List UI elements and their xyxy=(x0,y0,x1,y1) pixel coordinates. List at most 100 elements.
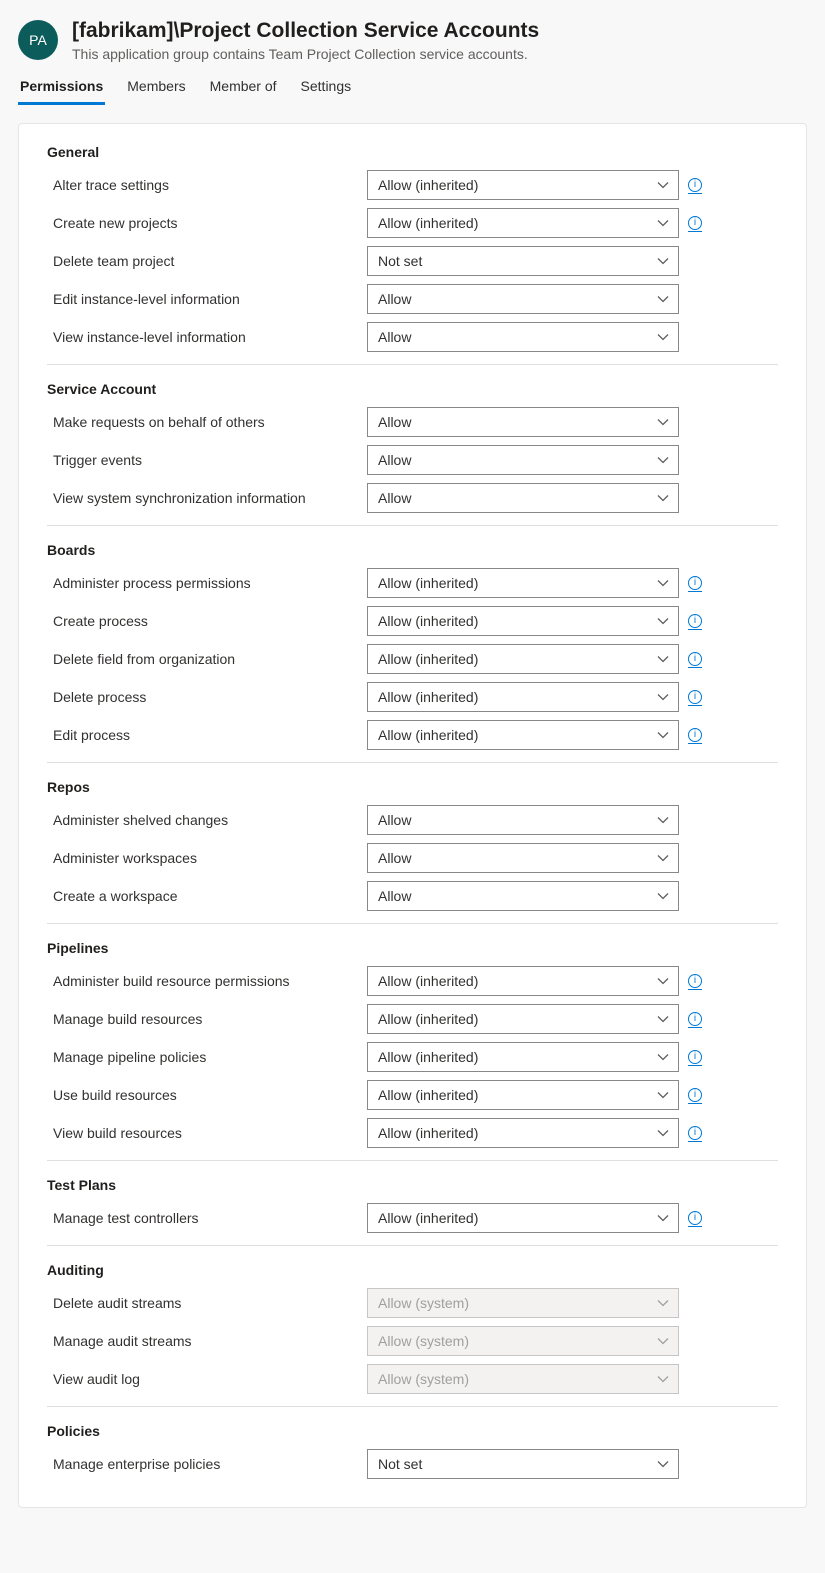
permission-label: Delete field from organization xyxy=(47,651,367,667)
permission-value: Allow (inherited) xyxy=(378,973,478,989)
permission-row: Create new projectsAllow (inherited)i xyxy=(47,204,778,242)
permission-select: Allow (system) xyxy=(367,1288,679,1318)
permission-label: Delete process xyxy=(47,689,367,705)
permission-value: Allow xyxy=(378,888,411,904)
permission-select[interactable]: Allow (inherited) xyxy=(367,1203,679,1233)
permission-value: Allow (inherited) xyxy=(378,613,478,629)
permission-row: Edit processAllow (inherited)i xyxy=(47,716,778,754)
info-icon[interactable]: i xyxy=(688,1088,702,1102)
permission-label: Trigger events xyxy=(47,452,367,468)
page-header: PA [fabrikam]\Project Collection Service… xyxy=(18,18,807,62)
permission-select[interactable]: Allow xyxy=(367,843,679,873)
permission-row: Make requests on behalf of othersAllow xyxy=(47,403,778,441)
permission-select[interactable]: Allow (inherited) xyxy=(367,1118,679,1148)
permission-select[interactable]: Allow (inherited) xyxy=(367,682,679,712)
permission-select[interactable]: Allow xyxy=(367,322,679,352)
tab-members[interactable]: Members xyxy=(125,72,187,105)
section-title: Test Plans xyxy=(47,1177,778,1193)
section-title: Auditing xyxy=(47,1262,778,1278)
permission-row: Administer workspacesAllow xyxy=(47,839,778,877)
permission-row: Edit instance-level informationAllow xyxy=(47,280,778,318)
permission-select[interactable]: Allow xyxy=(367,407,679,437)
permission-value: Allow xyxy=(378,414,411,430)
permission-select[interactable]: Allow (inherited) xyxy=(367,644,679,674)
permission-row: View build resourcesAllow (inherited)i xyxy=(47,1114,778,1152)
permission-select[interactable]: Allow xyxy=(367,284,679,314)
info-icon[interactable]: i xyxy=(688,216,702,230)
section-title: General xyxy=(47,144,778,160)
permission-label: Alter trace settings xyxy=(47,177,367,193)
page-subtitle: This application group contains Team Pro… xyxy=(72,46,807,62)
permission-select[interactable]: Allow xyxy=(367,805,679,835)
permission-label: Create process xyxy=(47,613,367,629)
permission-row: Manage build resources Allow (inherited) i xyxy=(47,1000,778,1038)
permission-label: Administer process permissions xyxy=(47,575,367,591)
permission-label: Administer shelved changes xyxy=(47,812,367,828)
permission-select[interactable]: Allow (inherited) xyxy=(367,720,679,750)
permission-select[interactable]: Allow (inherited) xyxy=(367,1042,679,1072)
permission-select[interactable]: Allow xyxy=(367,881,679,911)
permission-value: Allow (inherited) xyxy=(378,689,478,705)
permission-label: Manage test controllers xyxy=(47,1210,367,1226)
permission-row: Create a workspace Allow xyxy=(47,877,778,915)
permission-select[interactable]: Allow xyxy=(367,445,679,475)
divider xyxy=(47,923,778,924)
info-icon[interactable]: i xyxy=(688,728,702,742)
permission-label: Manage build resources xyxy=(47,1011,367,1027)
permission-value: Allow (inherited) xyxy=(378,215,478,231)
permission-select[interactable]: Allow (inherited) xyxy=(367,170,679,200)
info-icon[interactable]: i xyxy=(688,974,702,988)
permission-row: Manage audit streams Allow (system) xyxy=(47,1322,778,1360)
divider xyxy=(47,1406,778,1407)
permission-value: Allow (inherited) xyxy=(378,177,478,193)
permission-select[interactable]: Not set xyxy=(367,246,679,276)
divider xyxy=(47,762,778,763)
permission-select[interactable]: Not set xyxy=(367,1449,679,1479)
permission-select[interactable]: Allow (inherited) xyxy=(367,1004,679,1034)
permission-row: Use build resourcesAllow (inherited)i xyxy=(47,1076,778,1114)
permissions-panel: General Alter trace settings Allow (inheri… xyxy=(18,123,807,1508)
info-icon[interactable]: i xyxy=(688,652,702,666)
permission-select[interactable]: Allow (inherited) xyxy=(367,208,679,238)
permission-value: Allow (inherited) xyxy=(378,1125,478,1141)
divider xyxy=(47,364,778,365)
permission-select[interactable]: Allow (inherited) xyxy=(367,1080,679,1110)
info-icon[interactable]: i xyxy=(688,178,702,192)
permission-select[interactable]: Allow (inherited) xyxy=(367,568,679,598)
permission-row: Administer process permissionsAllow (inh… xyxy=(47,564,778,602)
info-icon[interactable]: i xyxy=(688,1012,702,1026)
tab-member-of[interactable]: Member of xyxy=(208,72,279,105)
section-title: Policies xyxy=(47,1423,778,1439)
permission-select[interactable]: Allow xyxy=(367,483,679,513)
permission-label: Manage enterprise policies xyxy=(47,1456,367,1472)
info-icon[interactable]: i xyxy=(688,690,702,704)
permission-label: Delete team project xyxy=(47,253,367,269)
permission-row: Trigger events Allow xyxy=(47,441,778,479)
permission-value: Allow (system) xyxy=(378,1333,469,1349)
permission-value: Allow (inherited) xyxy=(378,727,478,743)
permission-select[interactable]: Allow (inherited) xyxy=(367,966,679,996)
permission-value: Allow (inherited) xyxy=(378,1210,478,1226)
permission-label: View instance-level information xyxy=(47,329,367,345)
permission-row: Manage pipeline policiesAllow (inherited… xyxy=(47,1038,778,1076)
info-icon[interactable]: i xyxy=(688,1050,702,1064)
permission-row: View audit logAllow (system) xyxy=(47,1360,778,1398)
permission-value: Allow (inherited) xyxy=(378,1011,478,1027)
permission-row: Manage enterprise policiesNot set xyxy=(47,1445,778,1483)
permission-label: Delete audit streams xyxy=(47,1295,367,1311)
info-icon[interactable]: i xyxy=(688,614,702,628)
tab-permissions[interactable]: Permissions xyxy=(18,72,105,105)
permission-label: Manage audit streams xyxy=(47,1333,367,1349)
divider xyxy=(47,1160,778,1161)
info-icon[interactable]: i xyxy=(688,1126,702,1140)
info-icon[interactable]: i xyxy=(688,576,702,590)
permission-row: Manage test controllers Allow (inherited)… xyxy=(47,1199,778,1237)
permission-value: Allow xyxy=(378,452,411,468)
divider xyxy=(47,525,778,526)
permission-label: Create a workspace xyxy=(47,888,367,904)
section-title: Repos xyxy=(47,779,778,795)
tab-settings[interactable]: Settings xyxy=(299,72,354,105)
info-icon[interactable]: i xyxy=(688,1211,702,1225)
permission-select: Allow (system) xyxy=(367,1326,679,1356)
permission-select[interactable]: Allow (inherited) xyxy=(367,606,679,636)
